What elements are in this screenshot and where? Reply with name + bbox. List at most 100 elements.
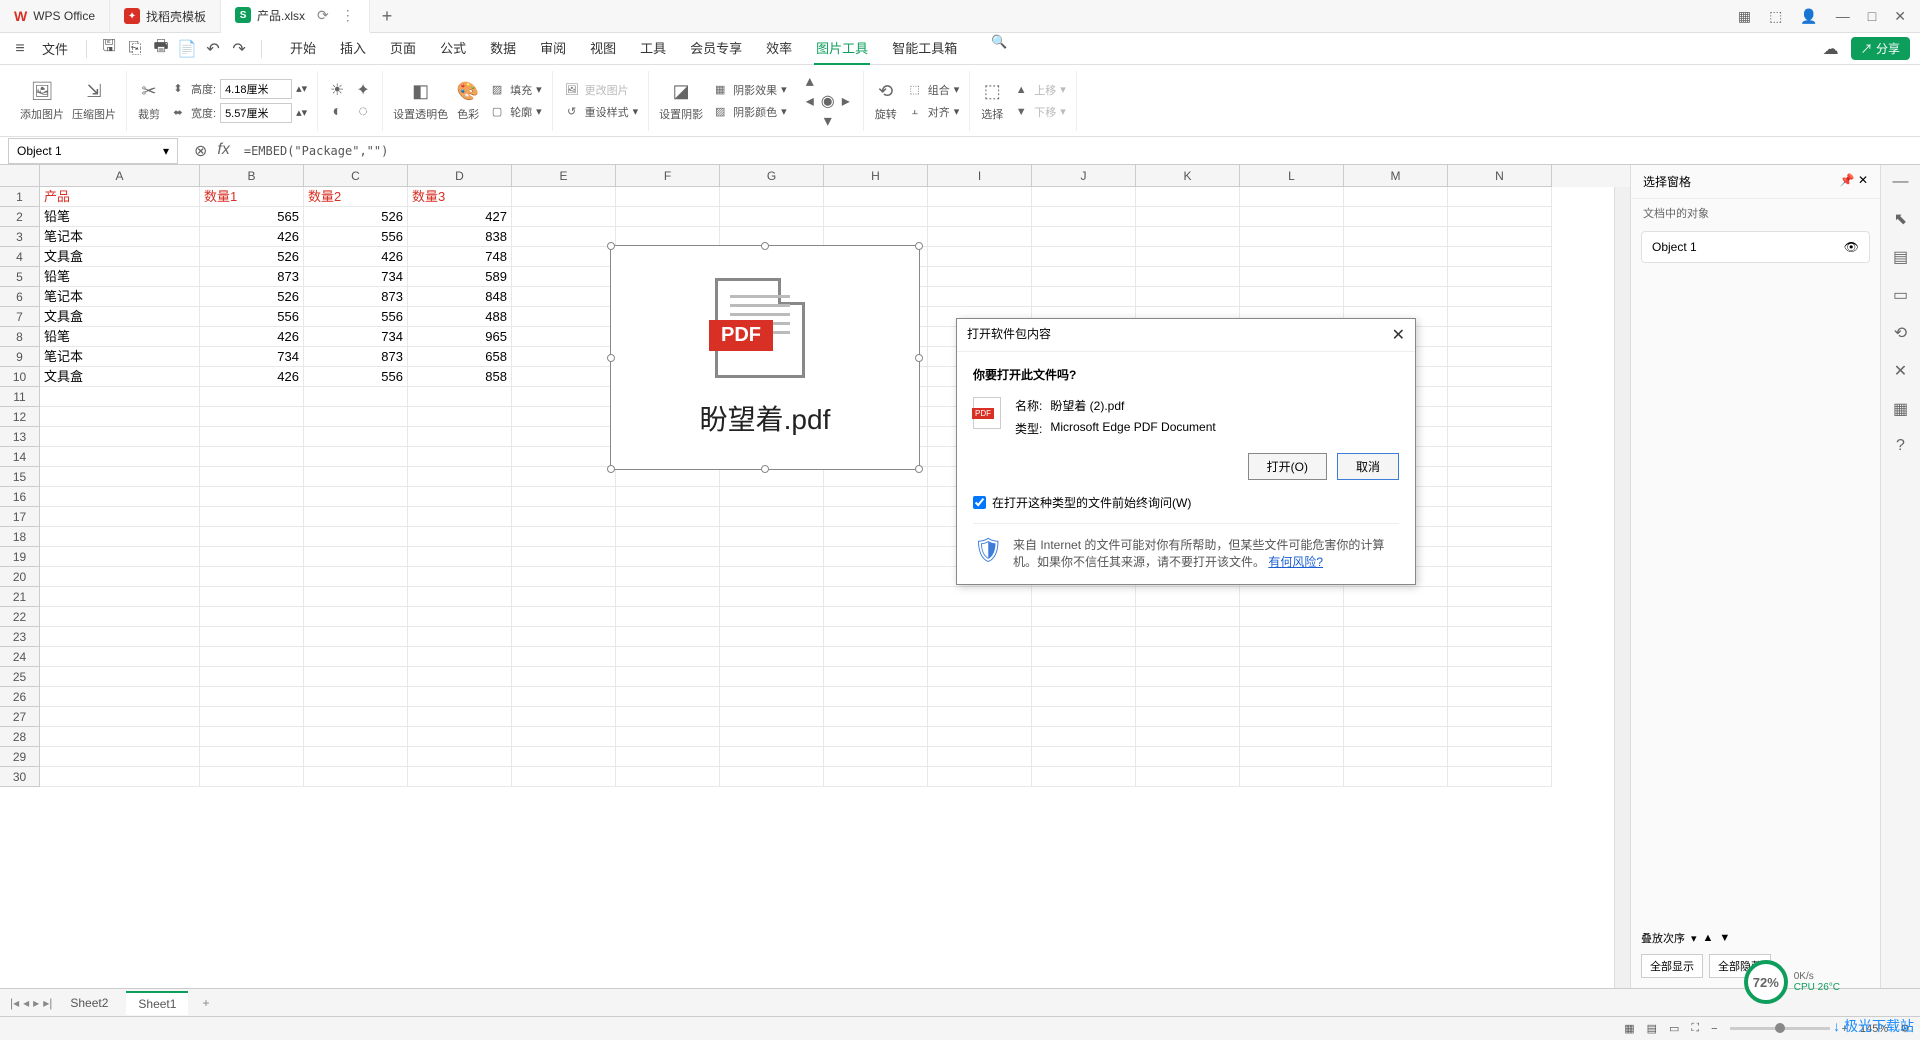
cell[interactable] [200,387,304,407]
cell[interactable] [616,607,720,627]
cell[interactable] [512,647,616,667]
cell[interactable] [824,667,928,687]
sheet-first-icon[interactable]: |◂ [10,996,19,1010]
rotate-button[interactable]: ⟲旋转 [874,79,898,122]
resize-handle[interactable] [607,242,615,250]
cell[interactable] [512,767,616,787]
cell[interactable] [1240,767,1344,787]
cell[interactable] [824,527,928,547]
cell[interactable] [408,767,512,787]
cell[interactable] [720,767,824,787]
column-header[interactable]: K [1136,165,1240,187]
cell[interactable] [1136,747,1240,767]
cell[interactable] [928,707,1032,727]
pane-object-item[interactable]: Object 1 👁 [1641,231,1870,263]
cell[interactable] [512,247,616,267]
cell[interactable]: 589 [408,267,512,287]
collapse-icon[interactable]: — [1893,173,1909,191]
cell[interactable] [1344,207,1448,227]
cell[interactable] [1240,687,1344,707]
cell[interactable] [1032,647,1136,667]
cell[interactable]: 铅笔 [40,327,200,347]
chevron-down-icon[interactable]: ▾ [1691,932,1697,945]
cell[interactable] [824,487,928,507]
cell[interactable]: 426 [200,227,304,247]
cell[interactable]: 858 [408,367,512,387]
cell[interactable] [928,207,1032,227]
cell[interactable] [616,547,720,567]
minimize-icon[interactable]: — [1836,8,1850,25]
cell[interactable]: 556 [304,307,408,327]
zoom-in-icon[interactable]: + [1842,1023,1848,1035]
reset-style-button[interactable]: ↺重设样式 ▾ [563,103,639,121]
cell[interactable] [1136,687,1240,707]
cell[interactable] [1344,747,1448,767]
menu-tab-vip[interactable]: 会员专享 [688,32,744,65]
cell[interactable] [824,467,928,487]
cell[interactable] [928,667,1032,687]
cell[interactable] [616,587,720,607]
cell[interactable] [512,327,616,347]
cell[interactable] [304,467,408,487]
cell[interactable] [1448,587,1552,607]
view-fullscreen-icon[interactable]: ⛶ [1691,1022,1699,1035]
cell[interactable] [720,627,824,647]
cell[interactable] [1344,187,1448,207]
cell[interactable] [408,667,512,687]
cell[interactable] [1136,627,1240,647]
cell[interactable] [40,467,200,487]
cell[interactable] [1136,287,1240,307]
cloud-icon[interactable]: ☁ [1821,39,1841,59]
embedded-object[interactable]: PDF 盼望着.pdf [610,245,920,470]
row-header[interactable]: 27 [0,707,40,727]
row-header[interactable]: 2 [0,207,40,227]
cell[interactable] [1448,347,1552,367]
column-header[interactable]: E [512,165,616,187]
chevron-down-icon[interactable]: ▾ [163,144,169,158]
cell[interactable] [928,647,1032,667]
cell[interactable] [1344,627,1448,647]
properties-icon[interactable]: ▤ [1893,247,1908,267]
cell[interactable] [40,687,200,707]
menu-tab-view[interactable]: 视图 [588,32,618,65]
tab-menu-icon[interactable]: ⋮ [341,7,355,24]
cell[interactable] [1136,647,1240,667]
cell[interactable]: 426 [200,367,304,387]
cell[interactable] [512,227,616,247]
zoom-value[interactable]: 145% [1860,1023,1888,1035]
cell[interactable] [40,587,200,607]
formula-input[interactable]: =EMBED("Package","") [238,144,1920,158]
cell[interactable] [408,427,512,447]
shadow-button[interactable]: ◪设置阴影 [659,79,703,122]
cell[interactable] [1448,287,1552,307]
cell[interactable] [40,707,200,727]
cell[interactable] [720,467,824,487]
close-pane-icon[interactable]: ✕ [1858,173,1868,187]
cell[interactable] [928,247,1032,267]
cell[interactable] [928,267,1032,287]
row-header[interactable]: 13 [0,427,40,447]
column-header[interactable]: J [1032,165,1136,187]
cell[interactable] [304,767,408,787]
cell[interactable] [1240,207,1344,227]
cell[interactable] [40,527,200,547]
row-header[interactable]: 12 [0,407,40,427]
cell[interactable] [1448,247,1552,267]
name-box[interactable]: Object 1▾ [8,138,178,164]
row-header[interactable]: 15 [0,467,40,487]
cell[interactable] [408,387,512,407]
cell[interactable] [1448,507,1552,527]
cell[interactable] [40,507,200,527]
cell[interactable] [928,227,1032,247]
maximize-icon[interactable]: □ [1868,8,1876,25]
close-icon[interactable]: ✕ [1894,8,1906,25]
cell[interactable]: 734 [200,347,304,367]
cell[interactable] [1032,247,1136,267]
cell[interactable]: 产品 [40,187,200,207]
cell[interactable] [1136,607,1240,627]
cell[interactable] [408,747,512,767]
cell[interactable] [616,567,720,587]
cell[interactable] [1448,647,1552,667]
export-icon[interactable]: ⎘ [125,39,145,59]
cell[interactable]: 数量2 [304,187,408,207]
